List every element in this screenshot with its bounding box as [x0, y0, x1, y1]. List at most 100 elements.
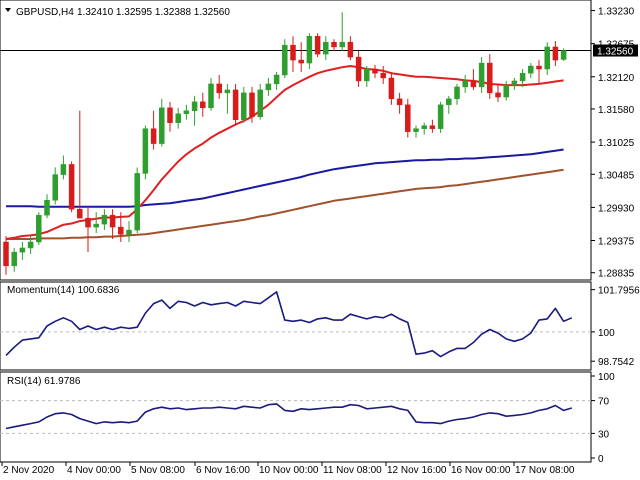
bull-candle	[126, 229, 132, 235]
bull-candle	[446, 98, 452, 106]
momentum-tick-label: 101.7956	[598, 286, 640, 297]
bull-candle	[19, 247, 26, 253]
symbol-timeframe: GBPUSD,H4	[16, 7, 74, 18]
bear-candle	[216, 83, 222, 94]
rsi-panel[interactable]	[0, 371, 592, 463]
price-tick-label: 1.32120	[598, 73, 635, 84]
bull-candle	[421, 125, 427, 129]
time-tick-label: 4 Nov 00:00	[67, 465, 121, 476]
time-tick-label: 10 Nov 00:00	[259, 465, 319, 476]
time-tick-label: 2 Nov 2020	[3, 465, 55, 476]
bear-candle	[3, 241, 9, 267]
bull-candle	[364, 68, 370, 82]
bear-candle	[536, 65, 542, 70]
bull-candle	[52, 174, 58, 201]
price-tick-label: 1.29375	[598, 237, 635, 248]
bull-candle	[413, 128, 419, 132]
bear-candle	[347, 41, 354, 58]
time-axis: 2 Nov 2020 4 Nov 00:00 5 Nov 08:00 6 Nov 16…	[1, 462, 575, 476]
bear-candle	[487, 62, 493, 94]
bear-candle	[77, 208, 83, 219]
bull-candle	[93, 223, 99, 228]
bear-candle	[150, 128, 157, 144]
rsi-tick-label: 100	[598, 372, 615, 383]
momentum-label: Momentum(14) 100.6836	[7, 285, 120, 296]
bear-candle	[200, 101, 206, 109]
bull-candle	[454, 86, 460, 100]
momentum-tick-label: 98.7542	[598, 357, 635, 368]
bull-candle	[191, 101, 198, 112]
price-tick-label: 1.30485	[598, 170, 635, 181]
bull-candle	[528, 65, 534, 74]
bull-candle	[101, 214, 108, 225]
bear-candle	[68, 164, 75, 210]
time-tick-label: 5 Nov 08:00	[131, 465, 185, 476]
bull-candle	[511, 80, 518, 86]
bear-candle	[109, 214, 116, 228]
time-tick-label: 16 Nov 00:00	[451, 465, 511, 476]
time-tick-label: 6 Nov 16:00	[196, 465, 250, 476]
bear-candle	[331, 41, 337, 48]
bull-candle	[544, 46, 550, 70]
price-tick-label: 1.31580	[598, 105, 635, 116]
bull-candle	[36, 214, 42, 243]
bull-candle	[11, 251, 17, 267]
bear-candle	[298, 59, 304, 64]
bull-candle	[265, 83, 272, 91]
bear-candle	[552, 46, 559, 61]
bull-candle	[142, 128, 149, 174]
bear-candle	[290, 44, 296, 61]
bear-candle	[380, 72, 386, 79]
time-tick-label: 11 Nov 08:00	[323, 465, 382, 476]
bull-candle	[183, 110, 190, 115]
bear-candle	[85, 217, 91, 228]
bull-candle	[44, 199, 50, 216]
bull-candle	[323, 41, 329, 55]
bear-candle	[470, 80, 477, 88]
bull-candle	[257, 89, 263, 117]
bear-candle	[405, 104, 411, 132]
bear-candle	[429, 125, 436, 129]
rsi-tick-label: 30	[598, 429, 610, 440]
bull-candle	[224, 89, 231, 94]
bull-candle	[282, 44, 288, 76]
current-price-value: 1.32560	[597, 47, 634, 58]
time-tick-label: 17 Nov 08:00	[515, 465, 575, 476]
bear-candle	[249, 92, 255, 117]
bull-candle	[134, 173, 140, 231]
bear-candle	[495, 92, 501, 98]
time-tick-label: 12 Nov 16:00	[387, 465, 447, 476]
bull-candle	[306, 35, 313, 64]
bull-candle	[241, 92, 247, 120]
bull-candle	[478, 62, 485, 88]
bull-candle	[462, 80, 468, 88]
bear-candle	[372, 68, 378, 74]
momentum-tick-label: 100	[598, 328, 615, 339]
bull-candle	[175, 113, 181, 123]
price-tick-label: 1.33230	[598, 7, 635, 18]
bull-candle	[159, 107, 165, 144]
bear-candle	[118, 226, 124, 235]
bull-candle	[503, 84, 509, 98]
bear-candle	[314, 35, 321, 55]
bear-candle	[388, 77, 395, 100]
current-price-label: 1.32560	[593, 44, 638, 58]
trading-chart[interactable]: GBPUSD,H4 1.32410 1.32595 1.32388 1.3256…	[0, 0, 640, 480]
bear-candle	[396, 98, 403, 106]
bull-candle	[339, 41, 345, 48]
bear-candle	[355, 56, 362, 82]
bear-candle	[232, 89, 239, 120]
bull-candle	[519, 72, 526, 82]
bear-candle	[167, 107, 173, 123]
bull-candle	[27, 241, 34, 249]
bull-candle	[208, 83, 214, 109]
rsi-tick-label: 0	[598, 454, 604, 465]
bull-candle	[273, 74, 280, 85]
price-tick-label: 1.28835	[598, 269, 635, 280]
ohlc-readout: 1.32410 1.32595 1.32388 1.32560	[77, 7, 230, 18]
bull-candle	[60, 164, 67, 175]
rsi-label: RSI(14) 61.9786	[7, 376, 81, 387]
price-tick-label: 1.31025	[598, 138, 635, 149]
rsi-tick-label: 70	[598, 397, 610, 408]
bull-candle	[560, 50, 567, 60]
